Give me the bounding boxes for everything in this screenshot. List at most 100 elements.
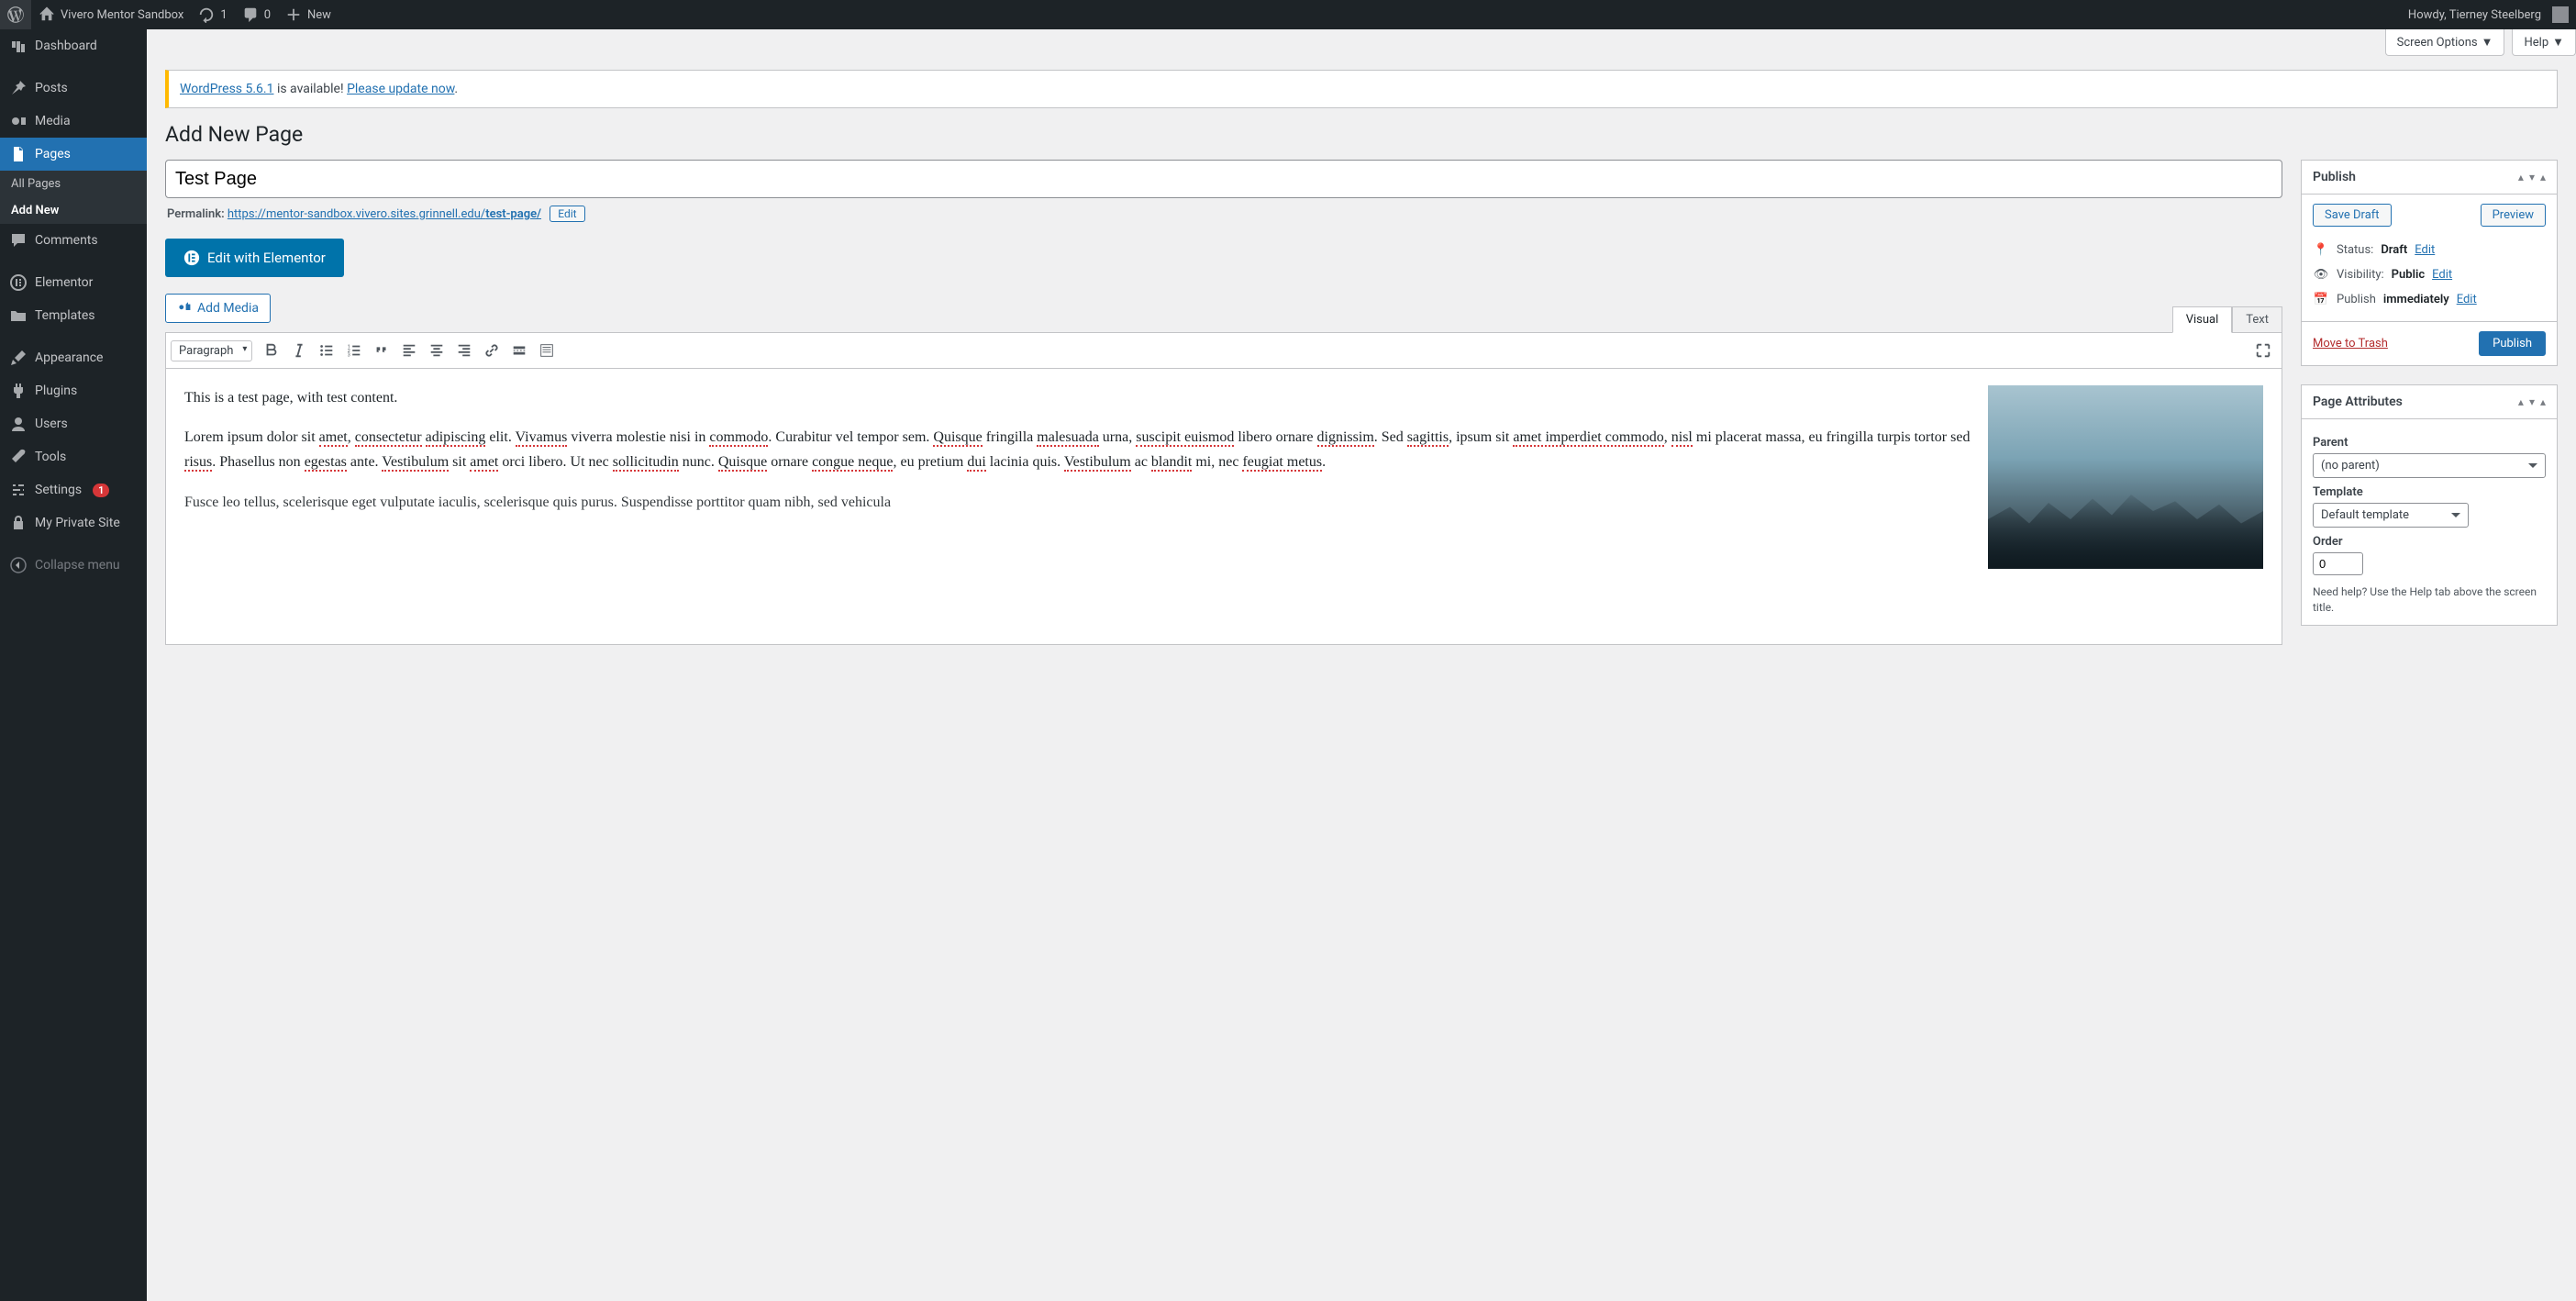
permalink-row: Permalink: https://mentor-sandbox.vivero… [167, 206, 2281, 222]
edit-status-link[interactable]: Edit [2415, 243, 2435, 257]
user-icon [9, 415, 28, 433]
howdy-text: Howdy, Tierney Steelberg [2408, 8, 2541, 22]
tab-visual[interactable]: Visual [2172, 306, 2233, 333]
align-right-button[interactable] [450, 338, 478, 363]
main-content: Screen Options ▼ Help ▼ WordPress 5.6.1 … [147, 29, 2576, 1301]
brush-icon [9, 349, 28, 367]
edit-with-elementor-button[interactable]: Edit with Elementor [165, 239, 344, 277]
page-attributes-metabox: Page Attributes ▴▾▴ Parent (no parent) T… [2301, 384, 2558, 626]
camera-icon [177, 299, 192, 317]
tab-text[interactable]: Text [2232, 306, 2282, 333]
comments-link[interactable]: 0 [235, 0, 278, 29]
permalink-edit-button[interactable]: Edit [550, 206, 584, 222]
sidebar-item-elementor[interactable]: Elementor [0, 266, 147, 299]
lock-icon [9, 514, 28, 532]
new-content[interactable]: New [278, 0, 339, 29]
preview-button[interactable]: Preview [2481, 204, 2546, 227]
sidebar-item-private[interactable]: My Private Site [0, 506, 147, 539]
edit-schedule-link[interactable]: Edit [2457, 293, 2477, 306]
caret-up-icon[interactable]: ▴ [2540, 171, 2546, 183]
wrench-icon [9, 448, 28, 466]
chevron-down-icon: ▼ [2552, 35, 2564, 50]
editor-toolbar: Paragraph 123 [166, 333, 2282, 369]
screen-options-tab[interactable]: Screen Options ▼ [2385, 29, 2505, 56]
title-input[interactable] [165, 160, 2282, 198]
editor: Paragraph 123 [165, 332, 2282, 645]
publish-button[interactable]: Publish [2479, 331, 2546, 356]
sidebar-item-tools[interactable]: Tools [0, 440, 147, 473]
my-account[interactable]: Howdy, Tierney Steelberg [2401, 0, 2576, 29]
updates-count: 1 [220, 8, 227, 22]
order-input[interactable] [2313, 552, 2363, 575]
calendar-icon: 📅 [2313, 293, 2329, 306]
help-tab[interactable]: Help ▼ [2512, 29, 2576, 56]
italic-button[interactable] [285, 338, 313, 363]
update-now-link[interactable]: Please update now [347, 82, 454, 96]
updates-link[interactable]: 1 [191, 0, 234, 29]
sidebar-item-posts[interactable]: Posts [0, 72, 147, 105]
sidebar-item-pages[interactable]: Pages [0, 138, 147, 171]
svg-text:3: 3 [348, 352, 350, 358]
numbered-list-button[interactable]: 123 [340, 338, 368, 363]
align-center-button[interactable] [423, 338, 450, 363]
blockquote-button[interactable] [368, 338, 395, 363]
elementor-icon [183, 250, 200, 266]
chevron-down-icon[interactable]: ▾ [2529, 395, 2535, 408]
publish-title: Publish [2313, 170, 2356, 184]
avatar [2552, 6, 2569, 23]
caret-up-icon[interactable]: ▴ [2540, 395, 2546, 408]
parent-select[interactable]: (no parent) [2313, 453, 2546, 478]
attributes-title: Page Attributes [2313, 395, 2403, 409]
admin-toolbar: Vivero Mentor Sandbox 1 0 New Howdy, Tie… [0, 0, 2576, 29]
chevron-up-icon[interactable]: ▴ [2518, 395, 2524, 408]
page-heading: Add New Page [165, 122, 2558, 147]
comment-icon [242, 6, 259, 23]
submenu-add-new[interactable]: Add New [0, 197, 147, 224]
new-label: New [307, 8, 331, 22]
pin-icon: 📍 [2313, 243, 2329, 257]
toolbar-toggle-button[interactable] [533, 338, 561, 363]
move-to-trash-link[interactable]: Move to Trash [2313, 337, 2388, 350]
permalink-link[interactable]: https://mentor-sandbox.vivero.sites.grin… [228, 207, 541, 221]
collapse-icon [9, 556, 28, 574]
template-select[interactable]: Default template [2313, 503, 2469, 528]
editor-content[interactable]: This is a test page, with test content. … [166, 369, 2282, 644]
admin-menu: Dashboard Posts Media Pages All Pages Ad… [0, 29, 147, 1301]
media-icon [9, 112, 28, 130]
chevron-down-icon: ▼ [2482, 35, 2493, 50]
dashboard-icon [9, 37, 28, 55]
sidebar-item-media[interactable]: Media [0, 105, 147, 138]
sidebar-item-users[interactable]: Users [0, 407, 147, 440]
sidebar-item-templates[interactable]: Templates [0, 299, 147, 332]
edit-visibility-link[interactable]: Edit [2432, 268, 2452, 282]
link-button[interactable] [478, 338, 505, 363]
bullet-list-button[interactable] [313, 338, 340, 363]
sidebar-item-comments[interactable]: Comments [0, 224, 147, 257]
comment-icon [9, 231, 28, 250]
bold-button[interactable] [258, 338, 285, 363]
add-media-button[interactable]: Add Media [165, 294, 271, 323]
sidebar-item-dashboard[interactable]: Dashboard [0, 29, 147, 62]
content-image[interactable] [1988, 385, 2263, 569]
chevron-up-icon[interactable]: ▴ [2518, 171, 2524, 183]
wp-version-link[interactable]: WordPress 5.6.1 [180, 82, 273, 96]
save-draft-button[interactable]: Save Draft [2313, 204, 2392, 227]
format-select[interactable]: Paragraph [171, 340, 252, 361]
sidebar-collapse[interactable]: Collapse menu [0, 549, 147, 582]
sidebar-item-settings[interactable]: Settings1 [0, 473, 147, 506]
settings-icon [9, 481, 28, 499]
home-icon [39, 6, 55, 23]
chevron-down-icon[interactable]: ▾ [2529, 171, 2535, 183]
update-notice: WordPress 5.6.1 is available! Please upd… [165, 70, 2558, 108]
fullscreen-button[interactable] [2249, 338, 2277, 363]
readmore-button[interactable] [505, 338, 533, 363]
settings-badge: 1 [93, 484, 109, 497]
site-link[interactable]: Vivero Mentor Sandbox [31, 0, 191, 29]
sidebar-item-appearance[interactable]: Appearance [0, 341, 147, 374]
submenu-all-pages[interactable]: All Pages [0, 171, 147, 197]
sidebar-item-plugins[interactable]: Plugins [0, 374, 147, 407]
eye-icon: 👁 [2313, 268, 2329, 282]
wordpress-icon [7, 6, 24, 23]
wp-logo[interactable] [0, 0, 31, 29]
align-left-button[interactable] [395, 338, 423, 363]
